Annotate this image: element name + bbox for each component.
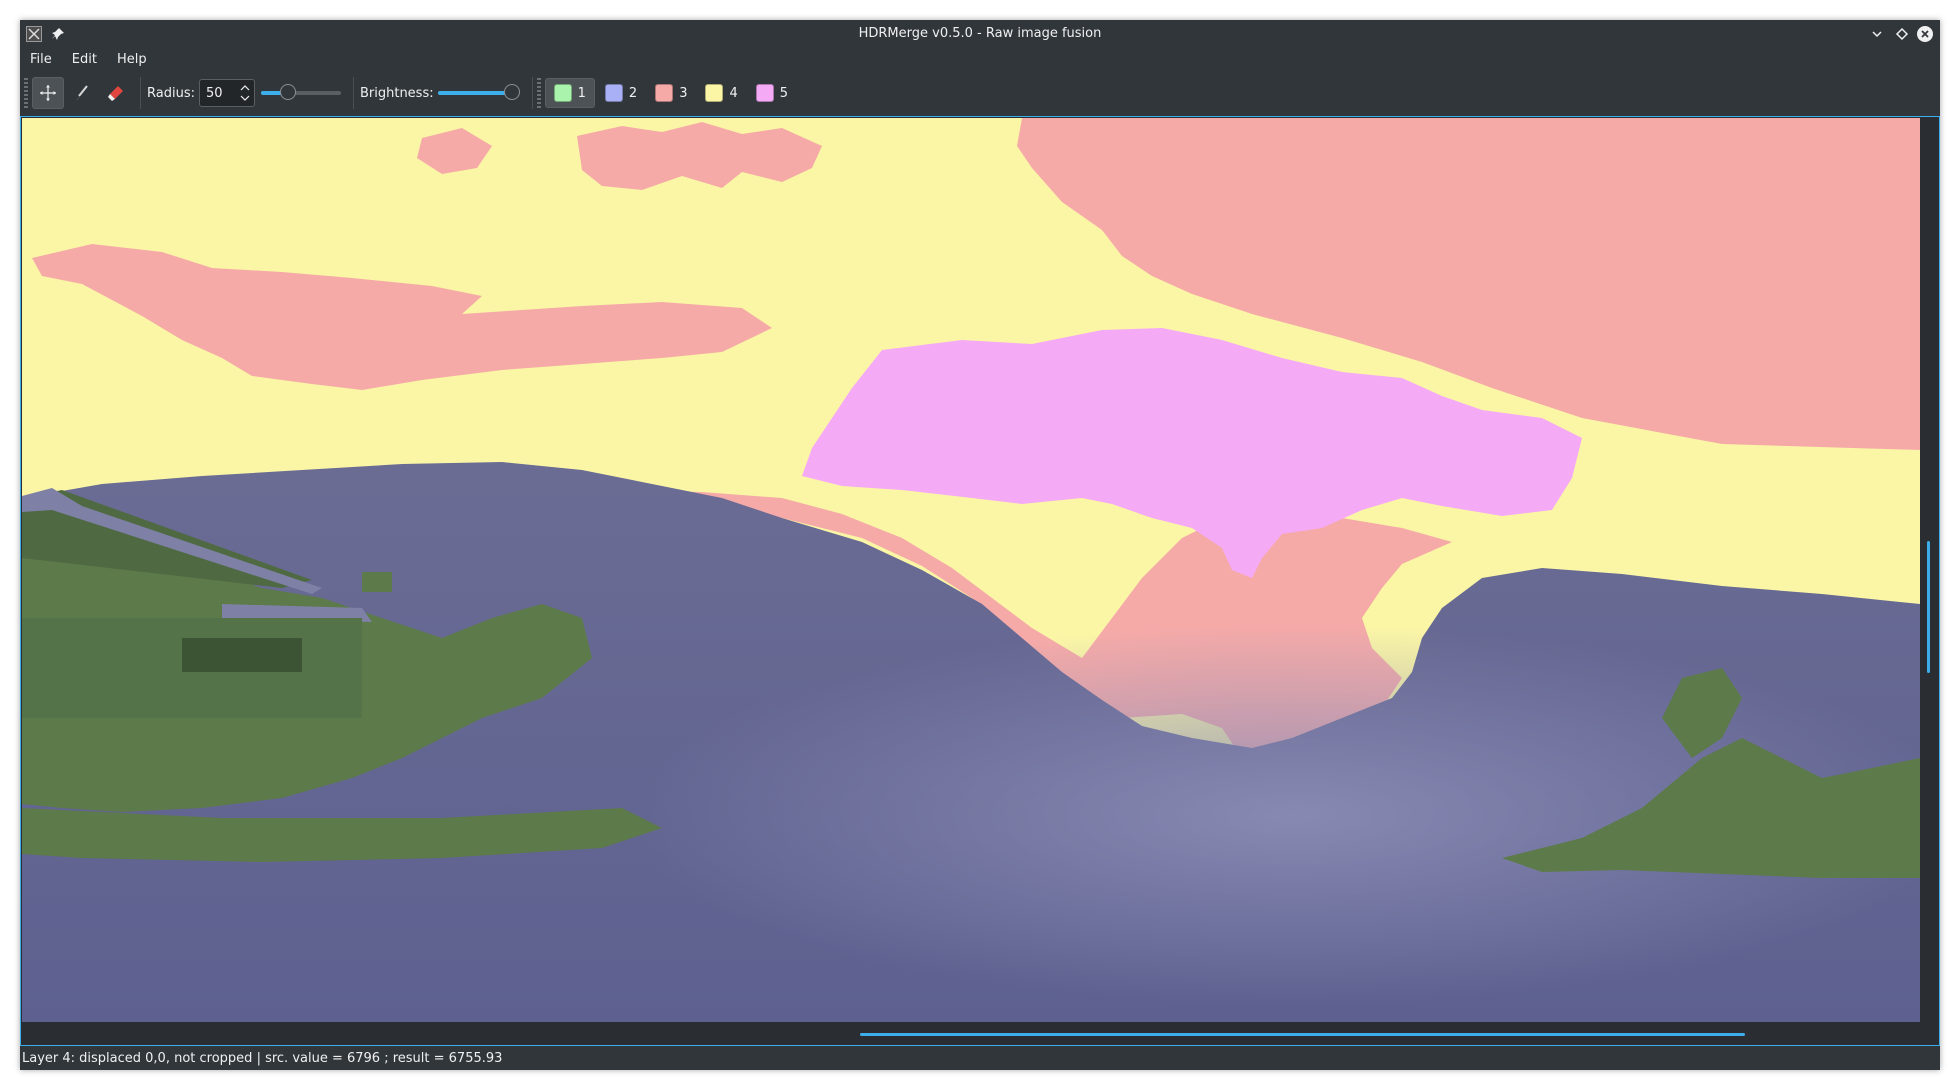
image-canvas[interactable] — [22, 118, 1920, 1022]
layer-2-button[interactable]: 2 — [597, 78, 645, 108]
brightness-slider[interactable] — [437, 83, 520, 103]
chevron-down-icon — [1872, 31, 1882, 38]
title-bar[interactable]: HDRMerge v0.5.0 - Raw image fusion — [20, 20, 1940, 48]
slider-fill — [437, 91, 512, 95]
layer-color-swatch — [604, 84, 623, 102]
image-viewport[interactable] — [20, 116, 1940, 1046]
radius-spinbox[interactable] — [198, 79, 255, 107]
toolbar-grip[interactable] — [536, 78, 541, 108]
status-bar: Layer 4: displaced 0,0, not cropped | sr… — [20, 1048, 1940, 1070]
brightness-label: Brightness: — [359, 85, 434, 101]
menu-edit[interactable]: Edit — [62, 48, 107, 72]
silo — [362, 572, 392, 592]
hdrmerge-window: HDRMerge v0.5.0 - Raw image fusion File … — [20, 20, 1940, 1070]
horizontal-scrollbar-thumb[interactable] — [860, 1033, 1745, 1036]
horizontal-scrollbar[interactable] — [25, 1025, 1921, 1043]
radius-slider[interactable] — [260, 83, 341, 103]
toolbar-separator — [531, 77, 533, 109]
layer-buttons: 1 2 3 4 5 — [544, 78, 798, 108]
slider-handle[interactable] — [280, 84, 297, 100]
toolbar-grip[interactable] — [24, 78, 28, 108]
layer-5-button[interactable]: 5 — [748, 78, 796, 108]
toolbar-separator — [140, 77, 141, 109]
move-icon — [40, 85, 56, 101]
layer-3-region — [577, 122, 822, 190]
minimize-button[interactable] — [1868, 25, 1886, 43]
barn-window — [182, 638, 302, 672]
spin-arrows-icon[interactable] — [238, 81, 252, 105]
layer-1-button[interactable]: 1 — [544, 78, 595, 108]
close-button[interactable] — [1916, 25, 1934, 43]
vertical-scrollbar-thumb[interactable] — [1927, 541, 1930, 673]
layer-color-swatch — [755, 84, 774, 102]
menu-help[interactable]: Help — [107, 48, 157, 72]
eraser-tool-button[interactable] — [100, 77, 132, 109]
radius-label: Radius: — [147, 85, 195, 101]
layer-3-button[interactable]: 3 — [647, 78, 695, 108]
toolbar-separator — [352, 77, 354, 109]
maximize-button[interactable] — [1893, 25, 1911, 43]
window-title: HDRMerge v0.5.0 - Raw image fusion — [858, 26, 1102, 41]
layer-color-swatch — [705, 84, 724, 102]
toolbar: Radius: Brightness: 1 — [20, 72, 1940, 114]
layer-label: 3 — [679, 85, 688, 101]
layer-label: 4 — [729, 85, 738, 101]
menu-bar: File Edit Help — [20, 48, 1940, 72]
layer-4-button[interactable]: 4 — [697, 78, 745, 108]
vertical-scrollbar[interactable] — [1925, 121, 1933, 1021]
layer-label: 5 — [779, 85, 789, 101]
brush-icon — [76, 85, 88, 100]
menu-file[interactable]: File — [20, 48, 62, 72]
layer-label: 1 — [577, 85, 586, 101]
brush-tool-button[interactable] — [66, 77, 98, 109]
layer-label: 2 — [628, 85, 638, 101]
close-icon — [1917, 26, 1933, 42]
layer-color-swatch — [655, 84, 674, 102]
move-tool-button[interactable] — [32, 77, 64, 109]
eraser-icon — [108, 86, 123, 101]
layer-color-swatch — [553, 84, 572, 102]
diamond-icon — [1895, 27, 1909, 41]
slider-handle[interactable] — [503, 84, 520, 100]
